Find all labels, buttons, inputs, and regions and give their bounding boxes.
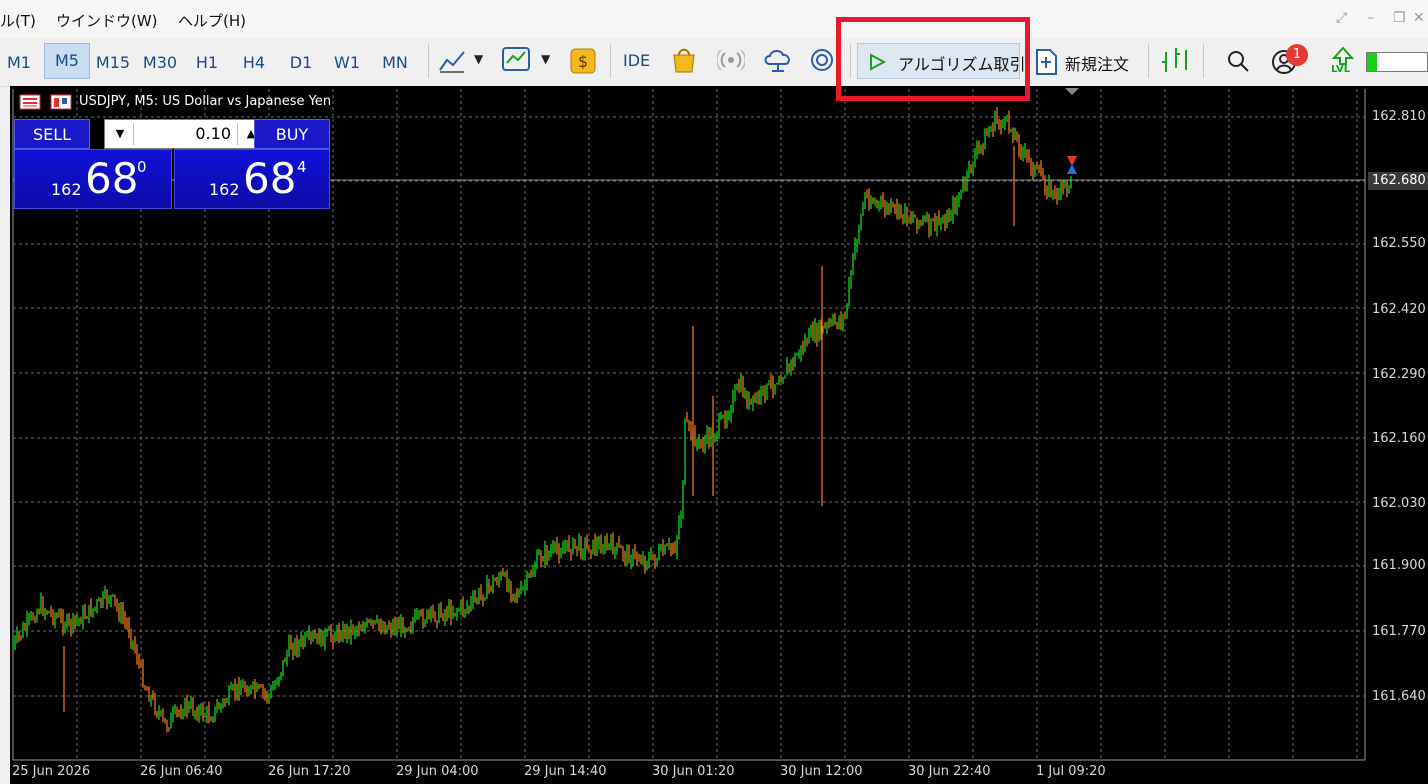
chevron-down-icon[interactable]: ▼ <box>541 52 550 66</box>
buy-price-sup: 4 <box>297 158 307 176</box>
price-tick-label: 162.290 <box>1372 367 1426 382</box>
volume-input[interactable] <box>135 122 231 144</box>
toolbar-separator <box>1148 44 1149 78</box>
time-tick-label: 25 Jun 2026 <box>12 764 91 779</box>
toolbar: M1 M5 M15 M30 H1 H4 D1 W1 MN ▼ ▼ $ IDE アルゴリズム取 <box>0 38 1428 87</box>
toolbar-separator <box>610 44 611 78</box>
time-tick-label: 1 Jul 09:20 <box>1036 764 1106 779</box>
svg-text:$: $ <box>578 52 588 71</box>
notification-badge: 1 <box>1286 44 1308 66</box>
time-tick-label: 26 Jun 06:40 <box>140 764 223 779</box>
buy-marker-icon <box>1067 164 1077 174</box>
timeframe-m15[interactable]: M15 <box>92 50 134 75</box>
close-icon[interactable]: ✕ <box>1413 10 1425 26</box>
minimize-icon[interactable]: – <box>1367 10 1374 26</box>
new-order-button[interactable]: 新規注文 <box>1065 51 1129 75</box>
volume-decrease-button[interactable]: ▼ <box>107 123 134 145</box>
ide-button[interactable]: IDE <box>623 51 650 70</box>
buy-price-box[interactable]: 162 68 4 <box>174 149 330 209</box>
toolbar-separator <box>1203 44 1204 78</box>
price-tick-label: 161.770 <box>1372 624 1426 639</box>
menu-window[interactable]: ウインドウ(W) <box>56 10 158 31</box>
time-tick-label: 29 Jun 14:40 <box>524 764 607 779</box>
timeframe-d1[interactable]: D1 <box>286 50 316 75</box>
sell-button[interactable]: SELL <box>14 119 90 149</box>
restore-icon[interactable]: ❐ <box>1393 10 1406 26</box>
menu-bar: ル(T) ウインドウ(W) ヘルプ(H) ⤢ – ❐ ✕ <box>0 0 1428 38</box>
dollar-icon[interactable]: $ <box>570 48 596 74</box>
price-tick-label: 162.160 <box>1372 431 1426 446</box>
menu-help[interactable]: ヘルプ(H) <box>178 10 246 31</box>
timeframe-h1[interactable]: H1 <box>192 50 222 75</box>
indicator-chart-icon[interactable] <box>501 46 531 74</box>
level-meter <box>1366 52 1428 72</box>
timeframe-h4[interactable]: H4 <box>239 50 269 75</box>
line-chart-icon[interactable] <box>438 48 466 74</box>
market-bag-icon[interactable] <box>671 46 697 74</box>
time-tick-label: 29 Jun 04:00 <box>396 764 479 779</box>
sell-price-prefix: 162 <box>51 180 82 199</box>
globe-signal-icon[interactable] <box>810 47 836 75</box>
chart-list-icon[interactable] <box>19 94 41 110</box>
time-tick-label: 26 Jun 17:20 <box>268 764 351 779</box>
timeframe-m1[interactable]: M1 <box>4 50 34 75</box>
search-icon[interactable] <box>1226 49 1250 73</box>
price-tick-label: 161.900 <box>1372 558 1426 573</box>
sell-price-sup: 0 <box>137 158 147 176</box>
vps-cloud-icon[interactable] <box>762 46 794 74</box>
menu-tools[interactable]: ル(T) <box>0 10 36 31</box>
toolbar-separator <box>428 44 429 78</box>
timeframe-m30[interactable]: M30 <box>139 50 181 75</box>
buy-price-main: 68 <box>243 154 297 203</box>
level-icon[interactable] <box>1332 46 1354 66</box>
timeframe-m5[interactable]: M5 <box>44 43 90 79</box>
one-click-trading-icon[interactable] <box>1160 46 1192 76</box>
time-tick-label: 30 Jun 22:40 <box>908 764 991 779</box>
timeframe-mn[interactable]: MN <box>378 50 412 75</box>
one-click-trade-panel: SELL ▼ ▲ BUY 162 68 0 162 68 4 <box>14 119 330 209</box>
buy-button[interactable]: BUY <box>254 119 330 149</box>
time-tick-label: 30 Jun 01:20 <box>652 764 735 779</box>
chevron-down-icon[interactable]: ▼ <box>474 52 483 66</box>
chart-mode-icon[interactable] <box>50 94 72 110</box>
volume-box: ▼ ▲ <box>104 119 266 149</box>
level-label: LVL <box>1331 64 1351 75</box>
signals-icon[interactable] <box>717 48 745 72</box>
price-tick-label: 162.030 <box>1372 496 1426 511</box>
price-tick-label: 162.550 <box>1372 236 1426 251</box>
buy-price-prefix: 162 <box>209 180 240 199</box>
time-tick-label: 30 Jun 12:00 <box>780 764 863 779</box>
highlight-box <box>836 17 1030 101</box>
timeframe-w1[interactable]: W1 <box>332 50 362 75</box>
pin-icon[interactable]: ⤢ <box>1336 10 1347 26</box>
price-tick-label: 162.420 <box>1372 302 1426 317</box>
price-tick-label: 162.810 <box>1372 109 1426 124</box>
sell-price-box[interactable]: 162 68 0 <box>14 149 172 209</box>
chart-title: USDJPY, M5: US Dollar vs Japanese Yen <box>79 94 332 109</box>
new-order-icon[interactable] <box>1034 48 1058 76</box>
current-price-label: 162.680 <box>1368 172 1428 190</box>
sell-price-main: 68 <box>85 154 139 203</box>
chart-shift-marker-icon <box>1065 88 1079 95</box>
price-tick-label: 161.640 <box>1372 689 1426 704</box>
level-meter-fill <box>1367 53 1377 71</box>
